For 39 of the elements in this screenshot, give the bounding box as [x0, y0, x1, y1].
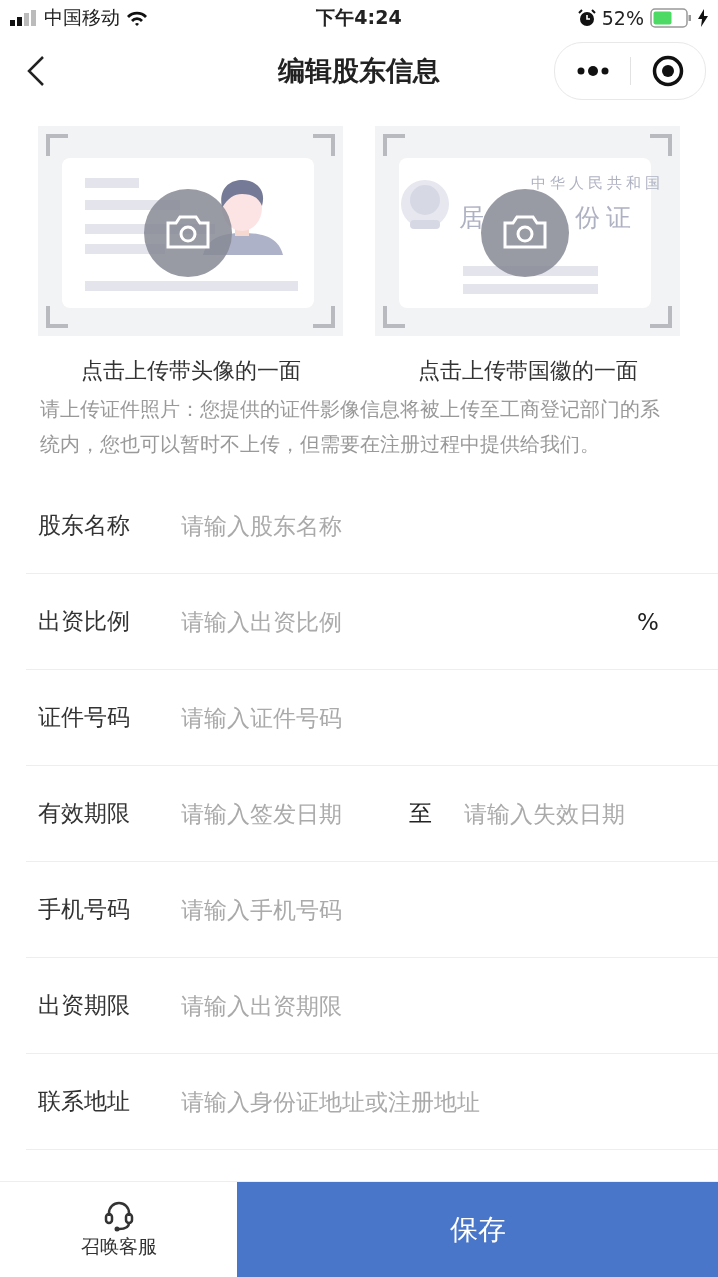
input-field[interactable]: 请输入证件号码: [181, 704, 581, 731]
card-text: 份证: [575, 203, 637, 232]
unit-label: %: [637, 608, 659, 635]
page-title: 编辑股东信息: [278, 55, 440, 86]
input-field[interactable]: 请输入身份证地址或注册地址: [181, 1088, 581, 1115]
battery-percent: 52%: [601, 7, 644, 29]
upload-note: 请上传证件照片：您提供的证件影像信息将被上传至工商登记部门的系统内，您也可以暂时不上传，但需要在注册过程中提供给我们。: [40, 397, 661, 458]
status-time: 下午4:24: [316, 6, 402, 28]
range-separator: 至: [409, 799, 432, 828]
card-text: 中华人民共和国: [530, 174, 664, 192]
back-icon[interactable]: [26, 55, 46, 87]
input-field[interactable]: 请输入手机号码: [181, 896, 581, 923]
field-label: 出资比例: [37, 607, 131, 636]
input-field[interactable]: 请输入出资比例: [181, 608, 601, 635]
upload-caption: 点击上传带头像的一面: [80, 357, 301, 385]
upload-caption: 点击上传带国徽的一面: [417, 357, 638, 385]
card-text: 居: [459, 203, 484, 232]
field-label: 联系地址: [37, 1087, 131, 1116]
wifi-icon: [126, 10, 148, 26]
alarm-icon: [577, 9, 596, 27]
emblem-icon: [401, 180, 449, 229]
input-field[interactable]: 请输入签发日期: [181, 800, 381, 827]
field-label: 股东名称: [37, 511, 131, 540]
battery-icon: [650, 8, 692, 28]
input-field[interactable]: 请输入出资期限: [181, 992, 581, 1019]
field-label: 证件号码: [37, 703, 131, 732]
more-icon[interactable]: [576, 66, 610, 76]
field-label: 手机号码: [37, 895, 131, 924]
headset-icon: [103, 1199, 134, 1232]
carrier-name: 中国移动: [44, 5, 120, 30]
field-label: 有效期限: [37, 799, 131, 828]
camera-button[interactable]: [144, 189, 232, 277]
signal-icon: [10, 10, 38, 26]
field-label: 出资期限: [37, 991, 131, 1020]
charging-icon: [698, 9, 708, 27]
input-field[interactable]: 请输入股东名称: [181, 512, 581, 539]
input-field[interactable]: 请输入失效日期: [464, 800, 664, 827]
save-button[interactable]: 保存: [237, 1182, 718, 1277]
camera-button[interactable]: [481, 189, 569, 277]
